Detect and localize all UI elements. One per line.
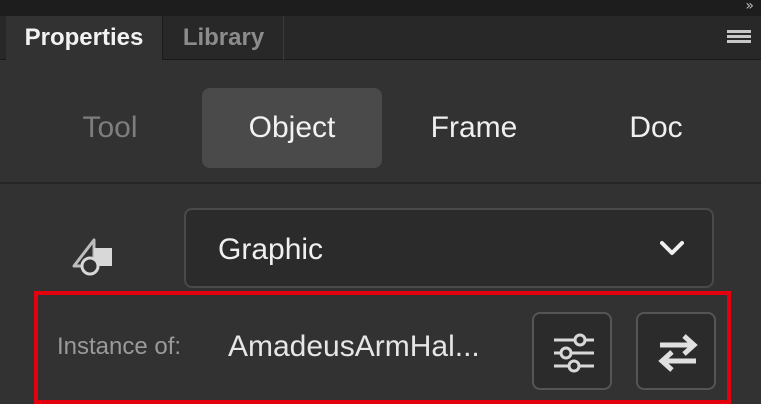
instance-symbol-name: AmadeusArmHal...	[228, 330, 480, 363]
tab-properties[interactable]: Properties	[6, 16, 163, 60]
chevron-down-icon	[660, 241, 684, 255]
mode-doc-button[interactable]: Doc	[566, 88, 746, 168]
instance-of-row: Instance of: AmadeusArmHal...	[34, 291, 731, 404]
panel-top-strip: »	[0, 0, 761, 16]
instance-of-label: Instance of:	[57, 333, 182, 360]
symbol-type-dropdown[interactable]: Graphic	[184, 208, 714, 288]
swap-icon	[658, 334, 698, 372]
sliders-icon	[554, 333, 594, 373]
object-properties-body: Graphic Instance of: AmadeusArmHal...	[0, 186, 761, 404]
symbol-properties-button[interactable]	[532, 312, 612, 390]
tab-library[interactable]: Library	[164, 16, 284, 60]
symbol-type-icon	[72, 238, 112, 276]
panel-tab-bar: Properties Library	[0, 16, 761, 60]
property-mode-switcher: Tool Object Frame Doc	[0, 61, 761, 184]
mode-tool-button[interactable]: Tool	[38, 88, 182, 168]
collapse-panel-icon[interactable]: »	[745, 0, 753, 14]
mode-object-button[interactable]: Object	[202, 88, 382, 168]
swap-symbol-button[interactable]	[636, 312, 716, 390]
mode-frame-button[interactable]: Frame	[384, 88, 564, 168]
symbol-type-value: Graphic	[218, 233, 324, 266]
panel-menu-icon[interactable]	[727, 30, 751, 45]
